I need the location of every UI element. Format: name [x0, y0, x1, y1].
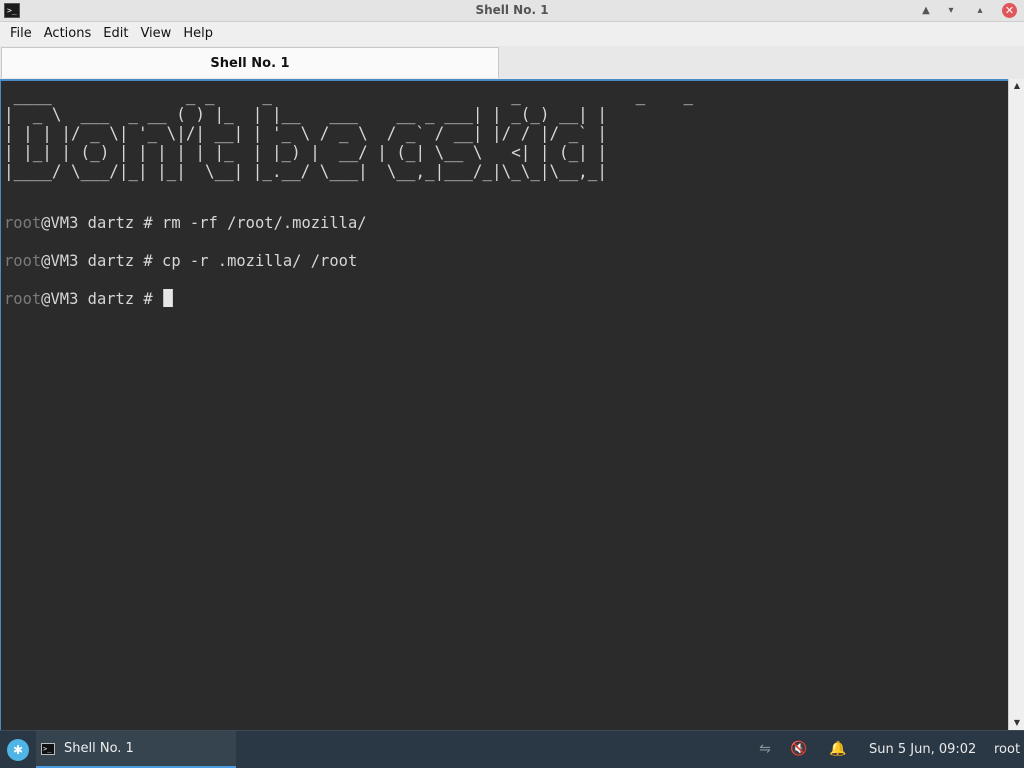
terminal-icon: >_ — [41, 743, 55, 755]
menu-view[interactable]: View — [134, 23, 177, 45]
terminal-line: root@VM3 dartz # rm -rf /root/.mozilla/ — [4, 213, 367, 233]
ascii-banner: ____ _ _ _ _ _ _ | _ \ ___ _ __ ( ) |_ |… — [4, 86, 694, 182]
user-name[interactable]: root — [994, 731, 1020, 768]
menu-help[interactable]: Help — [177, 23, 219, 45]
tab-shell-1[interactable]: Shell No. 1 — [1, 47, 499, 78]
taskbar-item-label: Shell No. 1 — [64, 741, 134, 756]
menu-file[interactable]: File — [4, 23, 38, 45]
prompt-text: @VM3 dartz # — [41, 289, 163, 308]
menu-edit[interactable]: Edit — [97, 23, 134, 45]
network-disconnected-icon[interactable]: ⇋ — [756, 740, 774, 758]
minimize-button[interactable]: ▾ — [943, 3, 959, 19]
close-button[interactable]: ✕ — [1002, 3, 1017, 18]
menu-bar: File Actions Edit View Help — [0, 22, 1024, 46]
volume-muted-icon[interactable]: 🔇 — [790, 740, 808, 758]
scroll-up-icon[interactable]: ▲ — [1009, 79, 1024, 93]
start-menu-icon[interactable]: ✱ — [7, 739, 29, 761]
command-text: @VM3 dartz # rm -rf /root/.mozilla/ — [41, 213, 367, 232]
terminal-line: root@VM3 dartz # cp -r .mozilla/ /root — [4, 251, 357, 271]
menu-actions[interactable]: Actions — [38, 23, 98, 45]
taskbar-item-shell[interactable]: >_ Shell No. 1 — [36, 731, 236, 768]
tab-bar: Shell No. 1 — [0, 46, 1024, 79]
prompt-user: root — [4, 251, 42, 270]
notification-bell-icon[interactable]: 🔔 — [829, 740, 847, 758]
command-text: @VM3 dartz # cp -r .mozilla/ /root — [41, 251, 358, 270]
text-cursor — [162, 289, 173, 307]
scroll-down-icon[interactable]: ▼ — [1009, 716, 1024, 730]
window-titlebar: >_ Shell No. 1 ▲ ▾ ▴ ✕ — [0, 0, 1024, 22]
window-title: Shell No. 1 — [475, 3, 549, 17]
clock[interactable]: Sun 5 Jun, 09:02 — [869, 731, 976, 768]
terminal-view[interactable]: ____ _ _ _ _ _ _ | _ \ ___ _ __ ( ) |_ |… — [0, 79, 1008, 730]
maximize-button[interactable]: ▴ — [972, 3, 988, 19]
prompt-user: root — [4, 213, 42, 232]
prompt-user: root — [4, 289, 42, 308]
terminal-scrollbar[interactable]: ▲ ▼ — [1008, 79, 1024, 730]
shade-window-button[interactable]: ▲ — [918, 3, 934, 19]
terminal-prompt-line: root@VM3 dartz # — [4, 289, 173, 309]
taskbar: ✱ >_ Shell No. 1 ⇋ 🔇 🔔 Sun 5 Jun, 09:02 … — [0, 730, 1024, 768]
